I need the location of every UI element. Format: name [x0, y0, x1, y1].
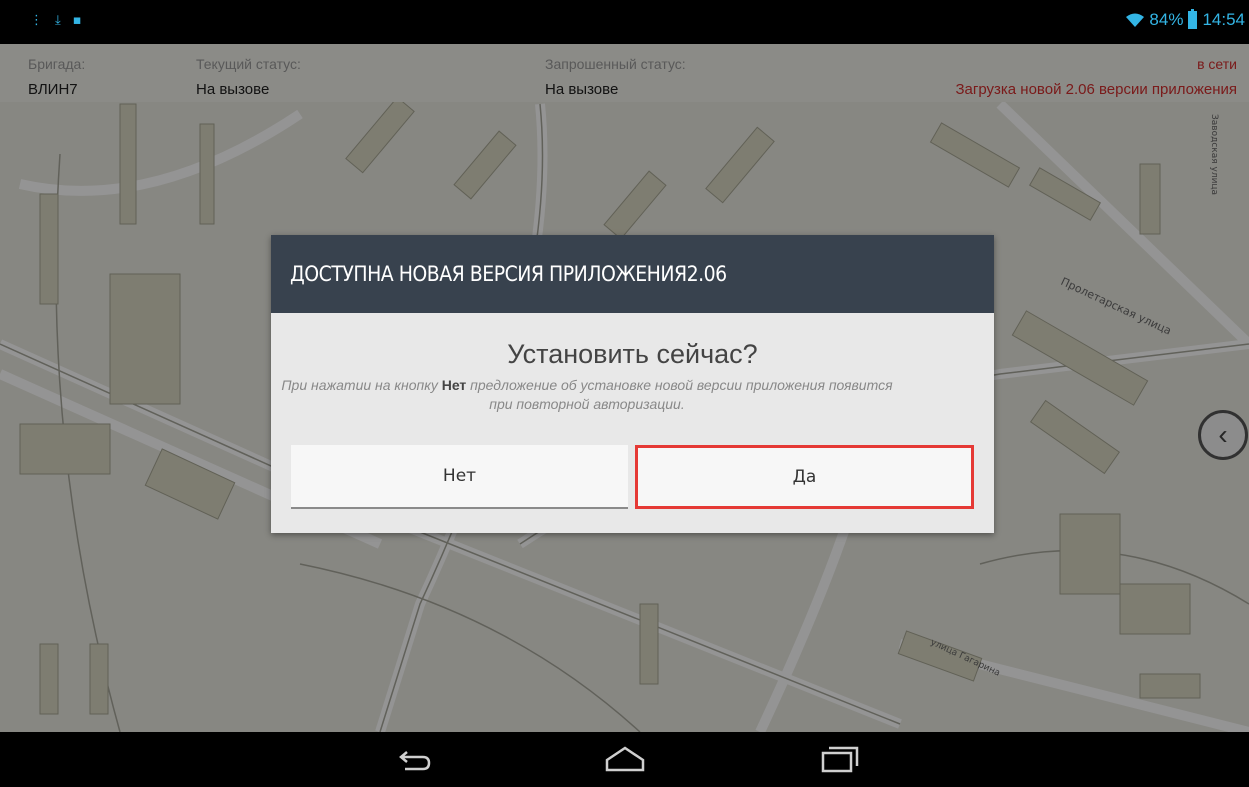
- navigation-bar: [0, 732, 1249, 787]
- status-bar: ⋮ ⤓ ▪ 84% 14:54: [0, 0, 1249, 44]
- status-bar-left: ⋮ ⤓ ▪: [30, 14, 82, 28]
- status-bar-right: 84% 14:54: [1126, 9, 1245, 30]
- battery-icon: [1188, 9, 1198, 29]
- yes-button[interactable]: Да: [635, 445, 974, 509]
- dialog-note-bold: Нет: [441, 377, 467, 393]
- wifi-icon: [1126, 13, 1145, 27]
- back-icon[interactable]: [393, 744, 433, 776]
- recent-apps-icon[interactable]: [820, 744, 860, 776]
- battery-percent: 84%: [1149, 10, 1184, 29]
- no-button[interactable]: Нет: [291, 445, 628, 509]
- dialog-question: Установить сейчас?: [507, 339, 758, 369]
- notification-icon: ⋮: [30, 13, 43, 28]
- dialog-note: При нажатии на кнопку Нет предложение об…: [277, 376, 897, 414]
- dialog-title: ДОСТУПНА НОВАЯ ВЕРСИЯ ПРИЛОЖЕНИЯ2.06: [271, 235, 994, 313]
- download-icon: ⤓: [55, 13, 61, 28]
- home-icon[interactable]: [605, 744, 645, 776]
- dialog-note-text: При нажатии на кнопку: [281, 377, 442, 393]
- sd-card-icon: ▪: [72, 13, 82, 28]
- clock: 14:54: [1202, 10, 1245, 29]
- dialog-note-text: предложение об установке новой версии пр…: [466, 377, 893, 412]
- update-dialog: ДОСТУПНА НОВАЯ ВЕРСИЯ ПРИЛОЖЕНИЯ2.06 Уст…: [271, 235, 994, 533]
